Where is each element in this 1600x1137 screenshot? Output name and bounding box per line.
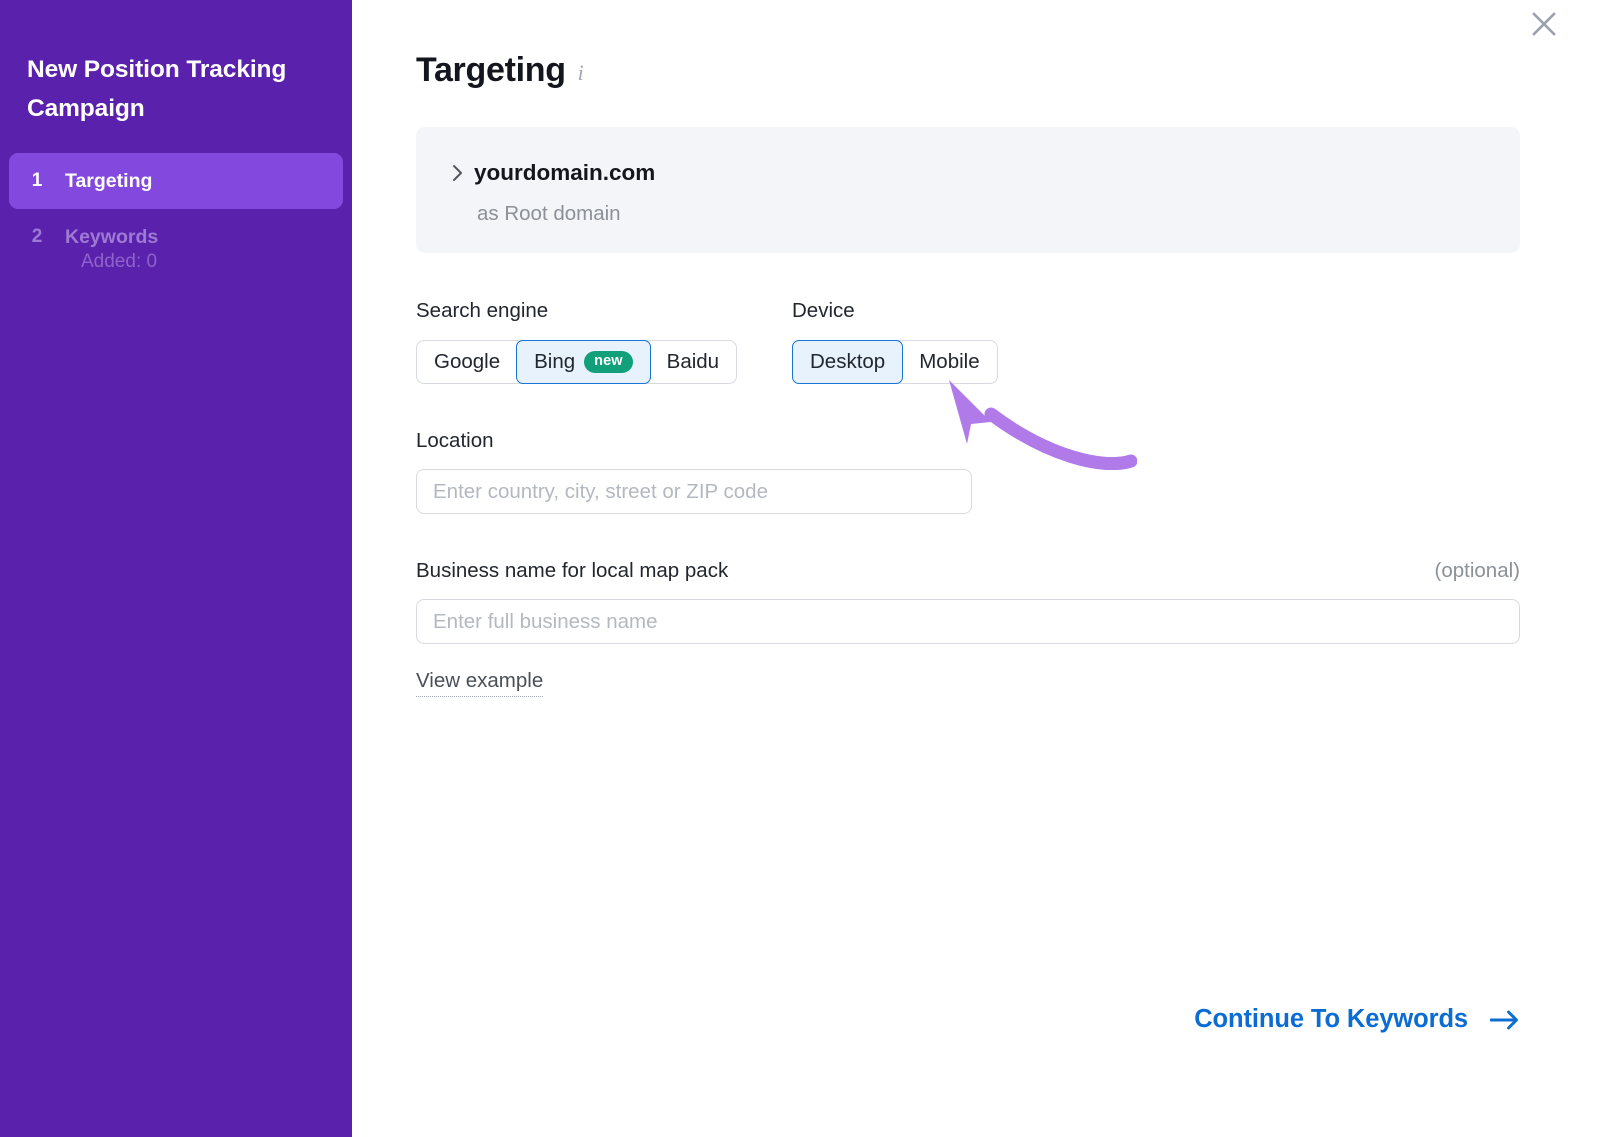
sidebar-step-targeting[interactable]: 1 Targeting	[9, 153, 343, 209]
search-engine-option-baidu[interactable]: Baidu	[650, 341, 736, 383]
view-example-link[interactable]: View example	[416, 668, 543, 697]
search-engine-option-google-label: Google	[434, 341, 500, 383]
step-body-1: Targeting	[65, 153, 152, 209]
device-option-mobile[interactable]: Mobile	[902, 341, 996, 383]
continue-to-keywords-label: Continue To Keywords	[1194, 1005, 1468, 1034]
chevron-right-icon[interactable]	[452, 164, 463, 182]
device-option-desktop[interactable]: Desktop	[792, 340, 903, 384]
page-title: Targeting	[416, 48, 566, 92]
search-engine-option-baidu-label: Baidu	[667, 341, 719, 383]
keywords-added-count: Added: 0	[81, 250, 157, 274]
search-engine-option-google[interactable]: Google	[417, 341, 517, 383]
search-engine-block: Search engine Google Bing new Baidu	[416, 298, 737, 384]
search-engine-option-bing[interactable]: Bing new	[516, 340, 651, 384]
sidebar-step-keywords[interactable]: 2 Keywords	[9, 209, 343, 265]
device-option-desktop-label: Desktop	[810, 341, 885, 383]
domain-scope: as Root domain	[477, 201, 1520, 227]
domain-row: yourdomain.com	[452, 159, 1520, 187]
close-icon[interactable]	[1526, 6, 1562, 42]
main-panel: Targeting i yourdomain.com as Root domai…	[352, 0, 1600, 1137]
device-option-mobile-label: Mobile	[919, 341, 979, 383]
business-name-input[interactable]	[416, 599, 1520, 644]
step-number-2: 2	[9, 209, 65, 265]
domain-card[interactable]: yourdomain.com as Root domain	[416, 127, 1520, 253]
device-toggle-group: Desktop Mobile	[792, 340, 998, 384]
wizard-sidebar: New Position Tracking Campaign 1 Targeti…	[0, 0, 352, 1137]
device-block: Device Desktop Mobile	[792, 298, 998, 384]
location-block: Location	[416, 428, 972, 514]
business-name-label: Business name for local map pack	[416, 558, 728, 584]
continue-to-keywords-button[interactable]: Continue To Keywords	[1194, 1005, 1520, 1034]
business-name-label-row: Business name for local map pack (option…	[416, 558, 1520, 584]
search-engine-option-bing-label: Bing	[534, 341, 575, 383]
arrow-right-icon	[1490, 1009, 1520, 1031]
device-label: Device	[792, 298, 998, 324]
new-position-tracking-campaign-modal: New Position Tracking Campaign 1 Targeti…	[0, 0, 1600, 1137]
wizard-step-list: 1 Targeting 2 Keywords Added: 0	[0, 153, 352, 265]
business-name-block: Business name for local map pack (option…	[416, 558, 1520, 644]
step-label-targeting: Targeting	[65, 153, 152, 209]
location-label: Location	[416, 428, 972, 454]
step-number-1: 1	[9, 153, 65, 209]
domain-name: yourdomain.com	[474, 159, 655, 187]
search-engine-label: Search engine	[416, 298, 737, 324]
campaign-title: New Position Tracking Campaign	[27, 50, 327, 128]
info-icon[interactable]: i	[578, 44, 584, 95]
page-title-row: Targeting i	[416, 44, 584, 95]
new-badge: new	[584, 351, 633, 373]
business-name-optional-tag: (optional)	[1435, 558, 1520, 584]
search-engine-toggle-group: Google Bing new Baidu	[416, 340, 737, 384]
location-input[interactable]	[416, 469, 972, 514]
